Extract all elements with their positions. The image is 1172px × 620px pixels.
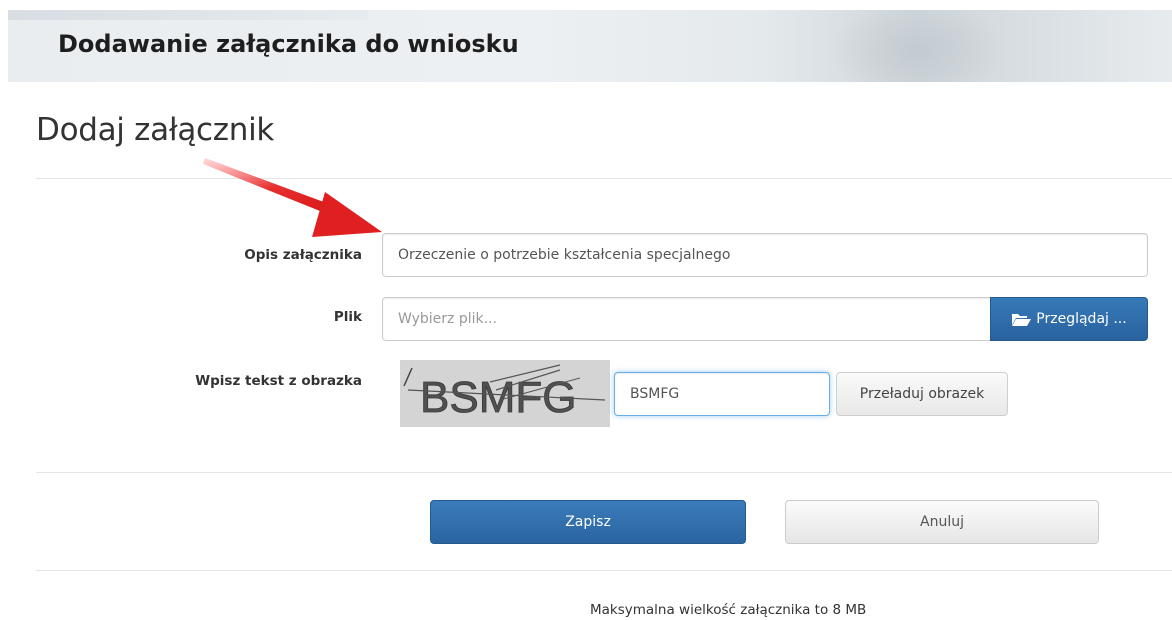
file-input[interactable]: Wybierz plik...: [382, 297, 992, 341]
browse-button-label: Przeglądaj ...: [1036, 311, 1127, 327]
captcha-input[interactable]: BSMFG: [614, 372, 830, 416]
header-title: Dodawanie załącznika do wniosku: [58, 30, 519, 58]
description-label: Opis załącznika: [244, 247, 362, 263]
file-placeholder: Wybierz plik...: [398, 311, 497, 327]
reload-captcha-button[interactable]: Przeładuj obrazek: [836, 372, 1008, 416]
description-value: Orzeczenie o potrzebie kształcenia specj…: [398, 247, 731, 263]
max-size-note: Maksymalna wielkość załącznika to 8 MB: [590, 602, 867, 618]
cancel-button-label: Anuluj: [920, 514, 964, 530]
header-banner: Dodawanie załącznika do wniosku: [8, 10, 1172, 82]
file-label: Plik: [333, 309, 362, 325]
captcha-image: BSMFG: [400, 360, 610, 427]
captcha-input-value: BSMFG: [630, 386, 680, 402]
cancel-button[interactable]: Anuluj: [785, 500, 1099, 544]
folder-open-icon: [1012, 314, 1032, 326]
divider: [36, 570, 1172, 571]
reload-captcha-label: Przeładuj obrazek: [859, 386, 985, 402]
save-button[interactable]: Zapisz: [430, 500, 746, 544]
description-input[interactable]: Orzeczenie o potrzebie kształcenia specj…: [382, 233, 1148, 277]
divider: [36, 472, 1172, 473]
browse-button[interactable]: Przeglądaj ...: [990, 297, 1148, 341]
page-title: Dodaj załącznik: [36, 112, 275, 148]
captcha-label: Wpisz tekst z obrazka: [195, 373, 362, 389]
red-arrow-annotation-icon: [203, 158, 382, 237]
save-button-label: Zapisz: [565, 514, 611, 530]
